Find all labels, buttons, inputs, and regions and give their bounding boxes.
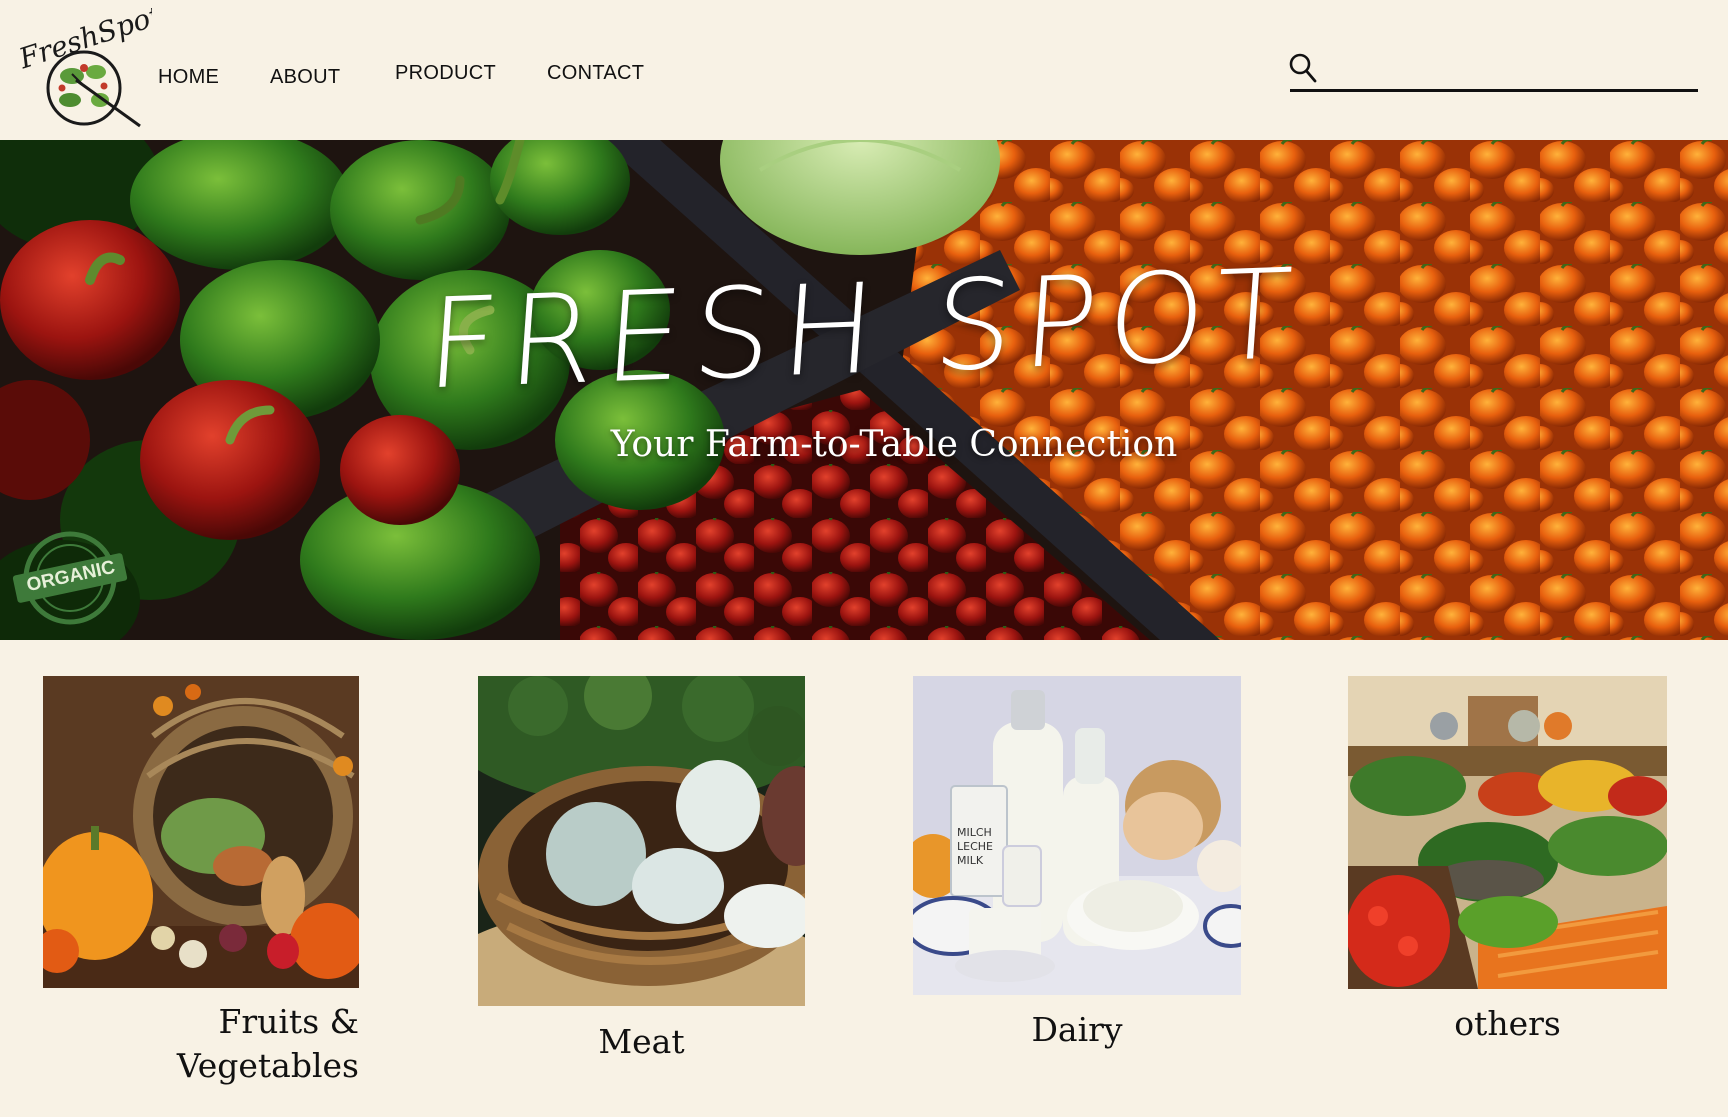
category-image-fruits-vegetables[interactable] — [43, 676, 359, 988]
category-label-fruits-vegetables[interactable]: Fruits & Vegetables — [160, 1000, 359, 1088]
category-label-line2: Vegetables — [176, 1046, 359, 1085]
hero-subtitle: Your Farm-to-Table Connection — [610, 424, 1178, 465]
site-header: FreshSpot HOME ABOUT PRODUCT CONTACT — [0, 0, 1728, 140]
organic-badge: ORGANIC — [10, 528, 130, 628]
category-label-dairy[interactable]: Dairy — [913, 1008, 1241, 1052]
svg-text:MILK: MILK — [957, 854, 984, 867]
nav-home[interactable]: HOME — [158, 66, 219, 89]
category-label-meat[interactable]: Meat — [478, 1020, 805, 1064]
svg-text:MILCH: MILCH — [957, 826, 992, 839]
nav-contact[interactable]: CONTACT — [547, 62, 644, 85]
hero-banner: ORGANIC FRESH SPOT Your Farm-to-Table Co… — [0, 140, 1728, 640]
search-underline — [1290, 89, 1698, 92]
category-image-dairy[interactable]: MILCH LECHE MILK — [913, 676, 1241, 995]
nav-product[interactable]: PRODUCT — [395, 62, 496, 85]
category-label-line1: Fruits & — [218, 1002, 359, 1041]
category-image-others[interactable] — [1348, 676, 1667, 989]
category-image-meat[interactable] — [478, 676, 805, 1006]
search-icon[interactable] — [1288, 52, 1318, 84]
svg-text:LECHE: LECHE — [957, 840, 993, 853]
nav-about[interactable]: ABOUT — [270, 66, 340, 89]
search-bar[interactable] — [1288, 50, 1698, 94]
category-label-others[interactable]: others — [1348, 1002, 1667, 1046]
freshspot-logo[interactable]: FreshSpot — [12, 0, 166, 130]
search-input[interactable] — [1328, 50, 1698, 90]
